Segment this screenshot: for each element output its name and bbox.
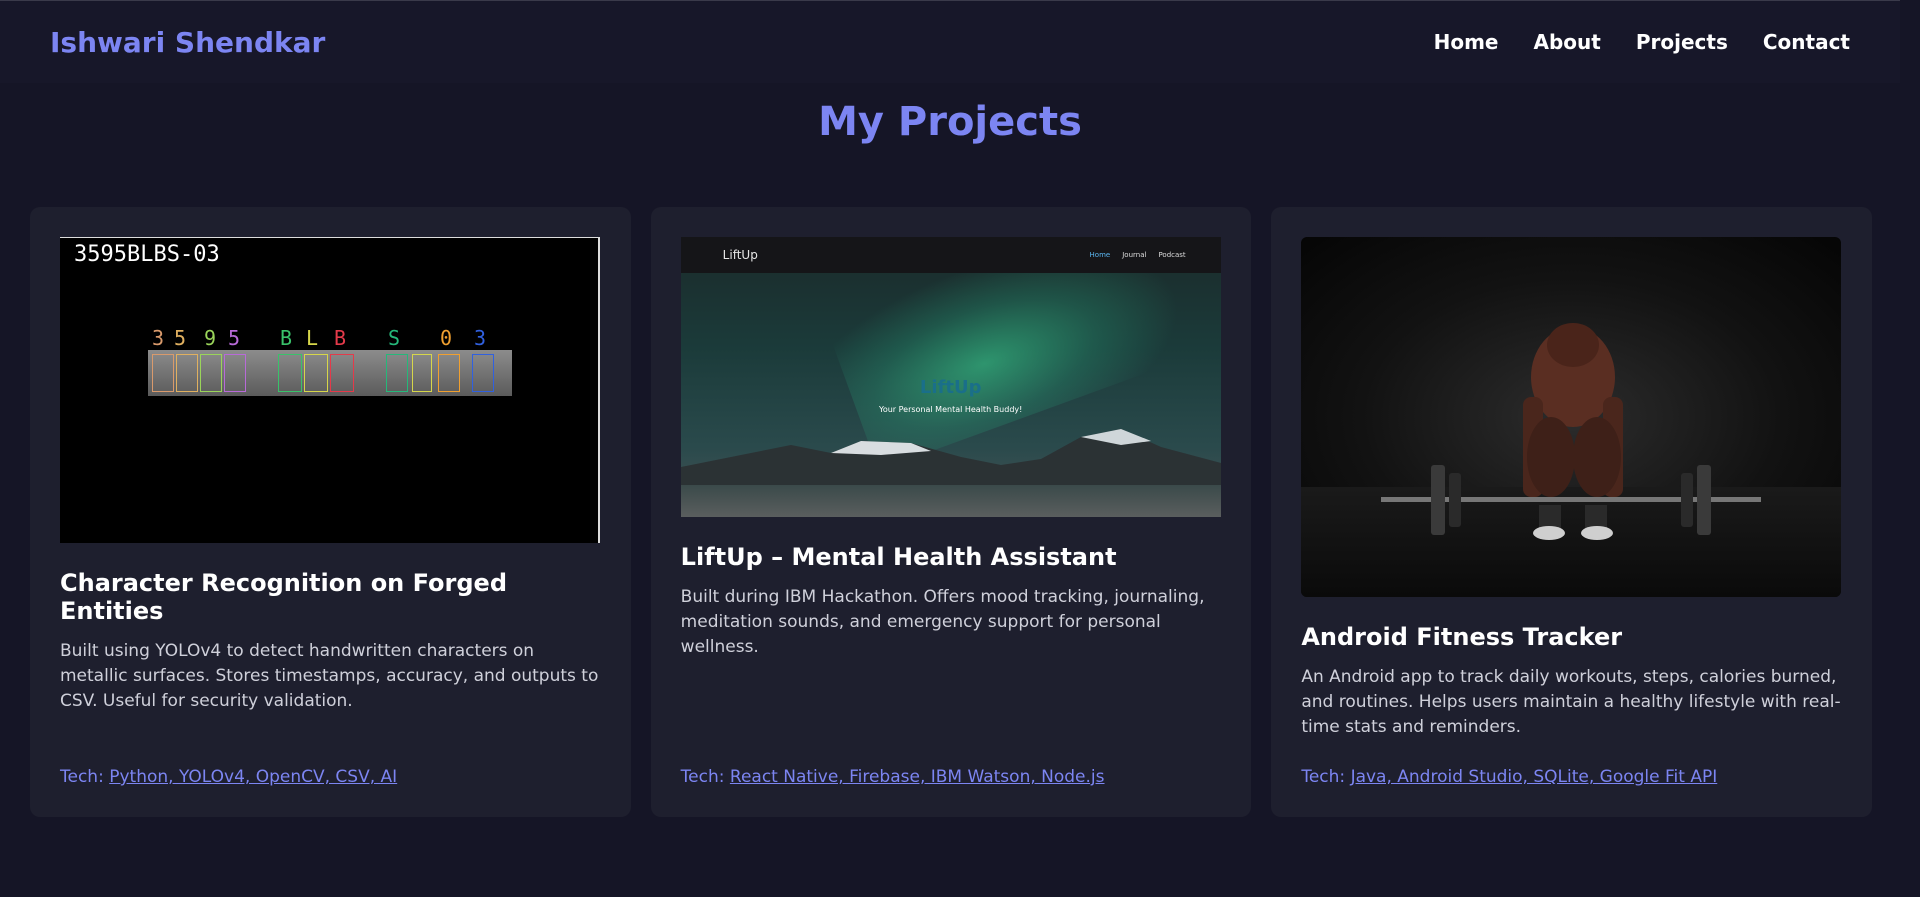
nav-home-link[interactable]: Home bbox=[1434, 30, 1499, 54]
liftup-nav-podcast: Podcast bbox=[1158, 251, 1186, 259]
project-description: Built during IBM Hackathon. Offers mood … bbox=[680, 587, 1205, 657]
ocr-detected-chars: 3 5 9 5 B L B S 0 3 bbox=[148, 326, 512, 352]
ocr-char: B bbox=[334, 326, 347, 350]
project-title: Android Fitness Tracker bbox=[1301, 623, 1623, 651]
liftup-logo: LiftUp bbox=[722, 248, 758, 262]
athlete-barbell-graphic bbox=[1381, 323, 1762, 540]
project-title: LiftUp – Mental Health Assistant bbox=[680, 543, 1117, 571]
project-image-fitness bbox=[1301, 237, 1842, 597]
projects-grid: 3595BLBS-03 3 5 9 5 B L B S 0 3 Characte… bbox=[30, 207, 1873, 817]
brand-logo[interactable]: Ishwari Shendkar bbox=[50, 26, 325, 59]
ocr-char: 3 bbox=[152, 326, 165, 350]
tech-label: Tech: bbox=[1301, 767, 1346, 787]
project-image-ocr: 3595BLBS-03 3 5 9 5 B L B S 0 3 bbox=[60, 237, 600, 543]
project-tech: Tech: Java, Android Studio, SQLite, Goog… bbox=[1301, 767, 1717, 787]
project-title: Character Recognition on Forged Entities bbox=[60, 569, 507, 625]
tech-link[interactable]: React Native, Firebase, IBM Watson, Node… bbox=[730, 767, 1105, 787]
ocr-char: 9 bbox=[204, 326, 217, 350]
project-tech: Tech: React Native, Firebase, IBM Watson… bbox=[681, 767, 1105, 787]
tech-label: Tech: bbox=[60, 767, 104, 787]
ocr-char: 0 bbox=[440, 326, 453, 350]
page: Ishwari Shendkar Home About Projects Con… bbox=[0, 0, 1900, 897]
main-nav: Home About Projects Contact bbox=[1434, 30, 1850, 54]
liftup-hero-title: LiftUp bbox=[919, 377, 982, 398]
ocr-char: B bbox=[280, 326, 293, 350]
project-card-fitness: Android Fitness Tracker An Android app t… bbox=[1271, 207, 1873, 817]
project-card-character-recognition: 3595BLBS-03 3 5 9 5 B L B S 0 3 Characte… bbox=[30, 207, 631, 817]
ocr-image-label: 3595BLBS-03 bbox=[74, 242, 220, 267]
nav-projects-link[interactable]: Projects bbox=[1636, 30, 1728, 54]
ocr-char: 5 bbox=[228, 326, 241, 350]
nav-about-link[interactable]: About bbox=[1534, 30, 1601, 54]
project-description: An Android app to track daily workouts, … bbox=[1301, 667, 1841, 737]
tech-label: Tech: bbox=[680, 767, 725, 787]
project-tech: Tech: Python, YOLOv4, OpenCV, CSV, AI bbox=[60, 767, 397, 787]
tech-link[interactable]: Python, YOLOv4, OpenCV, CSV, AI bbox=[109, 767, 397, 787]
liftup-nav-home: Home bbox=[1089, 251, 1111, 259]
ocr-char: L bbox=[306, 326, 319, 350]
liftup-hero-subtitle: Your Personal Mental Health Buddy! bbox=[879, 405, 1023, 414]
liftup-nav-journal: Journal bbox=[1122, 251, 1147, 259]
section-title: My Projects bbox=[818, 99, 1082, 145]
mountains-graphic bbox=[680, 429, 1221, 487]
water-graphic bbox=[680, 485, 1221, 517]
tech-link[interactable]: Java, Android Studio, SQLite, Google Fit… bbox=[1351, 767, 1718, 787]
liftup-nav-links: Home Journal Podcast bbox=[1090, 251, 1186, 259]
ocr-char: 5 bbox=[174, 326, 187, 350]
project-card-liftup: LiftUp Home Journal Podcast LiftUp Your … bbox=[650, 207, 1252, 817]
ocr-char: S bbox=[388, 326, 401, 350]
ocr-char: 3 bbox=[474, 326, 487, 350]
project-description: Built using YOLOv4 to detect handwritten… bbox=[60, 641, 599, 711]
nav-contact-link[interactable]: Contact bbox=[1763, 30, 1850, 54]
liftup-navbar: LiftUp Home Journal Podcast bbox=[680, 237, 1221, 273]
navbar: Ishwari Shendkar Home About Projects Con… bbox=[0, 1, 1900, 83]
project-image-liftup: LiftUp Home Journal Podcast LiftUp Your … bbox=[680, 237, 1221, 517]
ocr-plate bbox=[148, 350, 512, 396]
